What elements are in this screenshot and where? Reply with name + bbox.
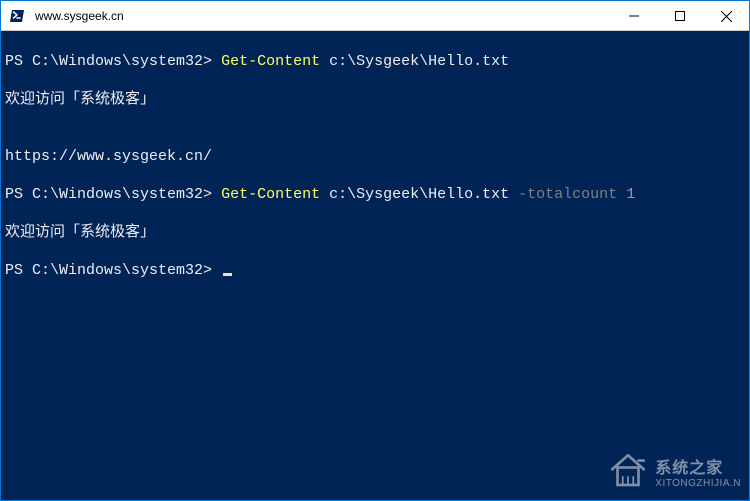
output-line: https://www.sysgeek.cn/ [5, 147, 745, 166]
parameter-value: 1 [626, 186, 635, 203]
command-line: PS C:\Windows\system32> Get-Content c:\S… [5, 185, 745, 204]
window-title: www.sysgeek.cn [33, 9, 611, 23]
window-controls [611, 1, 749, 30]
powershell-icon [9, 7, 27, 25]
output-line: 欢迎访问「系统极客」 [5, 223, 745, 242]
prompt: PS C:\Windows\system32> [5, 186, 212, 203]
prompt: PS C:\Windows\system32> [5, 262, 212, 279]
terminal-area[interactable]: PS C:\Windows\system32> Get-Content c:\S… [1, 31, 749, 500]
close-button[interactable] [703, 1, 749, 31]
maximize-button[interactable] [657, 1, 703, 31]
prompt: PS C:\Windows\system32> [5, 53, 212, 70]
prompt-line: PS C:\Windows\system32> [5, 261, 745, 280]
cmdlet: Get-Content [221, 186, 320, 203]
output-line: 欢迎访问「系统极客」 [5, 90, 745, 109]
argument: c:\Sysgeek\Hello.txt [329, 53, 509, 70]
command-line: PS C:\Windows\system32> Get-Content c:\S… [5, 52, 745, 71]
cursor [223, 273, 232, 276]
minimize-button[interactable] [611, 1, 657, 31]
parameter-flag: -totalcount [518, 186, 617, 203]
cmdlet: Get-Content [221, 53, 320, 70]
argument: c:\Sysgeek\Hello.txt [329, 186, 509, 203]
titlebar[interactable]: www.sysgeek.cn [1, 1, 749, 31]
powershell-window: www.sysgeek.cn PS C:\Windows\system32> G… [0, 0, 750, 501]
